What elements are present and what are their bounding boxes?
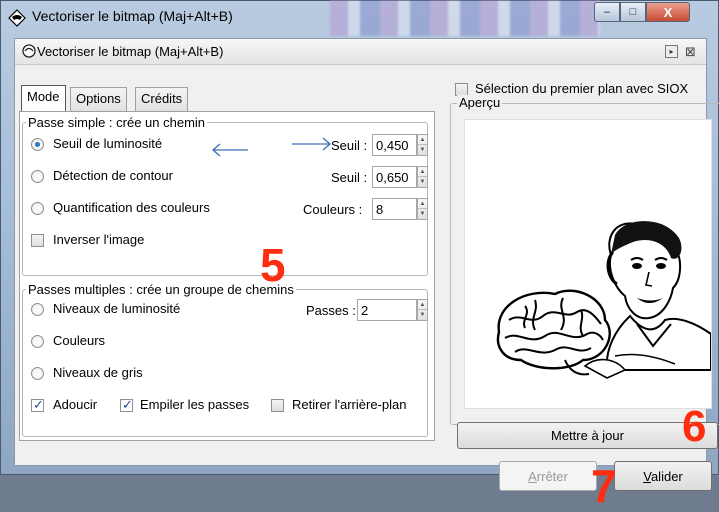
stack-passes-label: Empiler les passes (140, 397, 250, 412)
dock-title: Vectoriser le bitmap (Maj+Alt+B) (37, 44, 224, 59)
brightness-threshold-radio[interactable] (31, 138, 44, 151)
update-preview-button[interactable]: Mettre à jour (457, 422, 718, 449)
window-title: Vectoriser le bitmap (Maj+Alt+B) (32, 8, 233, 24)
passes-param-label: Passes : (306, 303, 356, 318)
edge-threshold-param-label: Seuil : (331, 170, 368, 185)
multi-pass-legend: Passes multiples : crée un groupe de che… (26, 282, 296, 297)
brightness-threshold-input[interactable]: 0,450 (372, 134, 417, 156)
single-pass-legend: Passe simple : crée un chemin (26, 115, 208, 130)
stop-mnemonic: A (528, 469, 537, 484)
stack-passes-checkbox[interactable] (120, 397, 133, 413)
brightness-levels-radio[interactable] (31, 303, 44, 316)
color-quantization-label: Quantification des couleurs (53, 200, 210, 215)
siox-label: Sélection du premier plan avec SIOX (475, 81, 689, 96)
mode-tab-pane: Passe simple : crée un chemin Seuil de l… (19, 111, 435, 441)
arrow-right-annotation (292, 137, 331, 151)
preview-image (464, 119, 712, 409)
remove-background-label: Retirer l'arrière-plan (292, 397, 407, 412)
brightness-levels-label: Niveaux de luminosité (53, 301, 181, 316)
edge-threshold-stepper[interactable]: ▲ ▼ (417, 166, 428, 188)
minimize-button[interactable]: – (594, 2, 620, 22)
validate-mnemonic: V (643, 469, 651, 484)
colors-label: Couleurs (53, 333, 106, 348)
validate-button[interactable]: Valider (614, 461, 712, 491)
dock-close-icon[interactable]: ⊠ (685, 44, 696, 60)
maximize-button[interactable]: □ (620, 2, 646, 22)
smooth-label: Adoucir (53, 397, 98, 412)
tab-mode[interactable]: Mode (21, 85, 66, 112)
colors-count-input[interactable]: 8 (372, 198, 417, 220)
dialog-dock: Vectoriser le bitmap (Maj+Alt+B) ▸ ⊠ Mod… (14, 38, 719, 509)
passes-input[interactable]: 2 (357, 299, 417, 321)
tab-options[interactable]: Options (70, 87, 127, 111)
passes-stepper[interactable]: ▲ ▼ (417, 299, 428, 321)
stop-label-rest: rrêter (536, 469, 568, 484)
colors-radio[interactable] (31, 335, 44, 348)
close-button[interactable]: X (646, 2, 690, 22)
grayscale-label: Niveaux de gris (53, 365, 143, 380)
dialog-icon (22, 44, 36, 58)
invert-image-checkbox[interactable] (31, 234, 44, 247)
stop-button[interactable]: Arrêter (499, 461, 597, 491)
dock-titlebar: Vectoriser le bitmap (Maj+Alt+B) ▸ ⊠ (15, 39, 706, 65)
edge-detection-label: Détection de contour (53, 168, 173, 183)
brightness-threshold-param-label: Seuil : (331, 138, 368, 153)
vectorized-woman-brain-illustration (496, 221, 712, 379)
edge-threshold-input[interactable]: 0,650 (372, 166, 417, 188)
brightness-threshold-stepper[interactable]: ▲ ▼ (417, 134, 428, 156)
invert-image-label: Inverser l'image (53, 232, 145, 247)
window-controls: – □ X (594, 2, 714, 24)
annotation-step-7: 7 (591, 460, 617, 512)
validate-label-rest: alider (650, 469, 683, 484)
grayscale-radio[interactable] (31, 367, 44, 380)
preview-legend: Aperçu (457, 95, 503, 110)
background-decoration (330, 0, 600, 36)
dock-iconify-icon[interactable]: ▸ (665, 45, 678, 58)
edge-detection-radio[interactable] (31, 170, 44, 183)
annotation-step-6: 6 (682, 402, 707, 451)
inkscape-icon (8, 9, 26, 27)
remove-background-checkbox[interactable] (271, 399, 284, 412)
smooth-checkbox[interactable] (31, 397, 44, 413)
tab-credits[interactable]: Crédits (135, 87, 189, 111)
color-quantization-radio[interactable] (31, 202, 44, 215)
brightness-threshold-label: Seuil de luminosité (53, 136, 163, 151)
colors-count-stepper[interactable]: ▲ ▼ (417, 198, 428, 220)
arrow-left-annotation (212, 143, 248, 157)
colors-param-label: Couleurs : (303, 202, 363, 217)
